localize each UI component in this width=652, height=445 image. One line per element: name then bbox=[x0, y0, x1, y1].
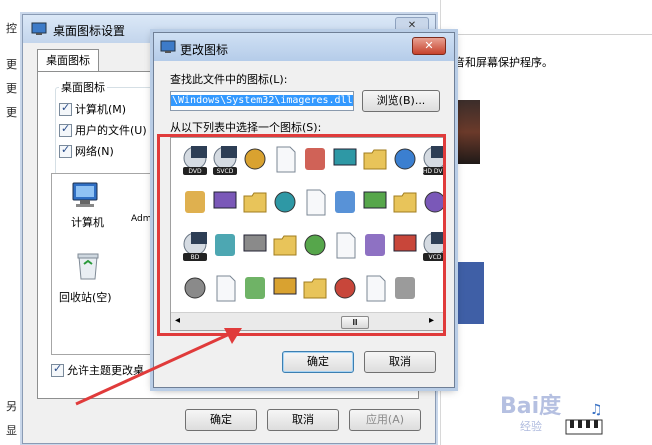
desktop-settings-icon bbox=[160, 40, 176, 57]
icon-file-path-value: \Windows\System32\imageres.dll bbox=[171, 95, 353, 106]
close-button[interactable]: ✕ bbox=[412, 37, 446, 55]
checkbox[interactable] bbox=[59, 143, 72, 158]
close-icon: ✕ bbox=[407, 20, 417, 31]
theme-preview-thumbnail bbox=[458, 262, 484, 324]
background-text: 控 bbox=[6, 22, 17, 35]
tab-desktop-icons[interactable]: 桌面图标 bbox=[37, 49, 99, 72]
background-text: 显 bbox=[6, 424, 17, 437]
ok-button[interactable]: 确定 bbox=[282, 351, 354, 373]
icon-file-path-input[interactable]: \Windows\System32\imageres.dll bbox=[170, 91, 354, 111]
baidu-watermark: Bai度 bbox=[500, 394, 562, 419]
background-text: 另 bbox=[6, 400, 17, 413]
checkbox-label: 计算机(M) bbox=[75, 103, 127, 116]
dialog-titlebar[interactable]: 更改图标 ✕ bbox=[154, 33, 454, 61]
checkbox[interactable] bbox=[59, 122, 72, 137]
cancel-button[interactable]: 取消 bbox=[364, 351, 436, 373]
divider bbox=[440, 34, 652, 35]
recycle-bin-icon[interactable] bbox=[75, 251, 101, 284]
desktop-icon-label: 计算机 bbox=[71, 216, 104, 229]
checkbox-user-files[interactable]: 用户的文件(U) bbox=[59, 122, 147, 138]
checkbox[interactable] bbox=[51, 362, 64, 377]
checkbox-computer[interactable]: 计算机(M) bbox=[59, 101, 126, 117]
browse-button[interactable]: 浏览(B)... bbox=[362, 90, 440, 112]
checkbox[interactable] bbox=[59, 101, 72, 116]
ok-button[interactable]: 确定 bbox=[185, 409, 257, 431]
dialog-title: 桌面图标设置 bbox=[53, 24, 126, 38]
close-icon: ✕ bbox=[424, 39, 434, 52]
piano-logo-icon: ♫ bbox=[565, 402, 603, 435]
apply-button[interactable]: 应用(A) bbox=[349, 409, 421, 431]
checkbox-label: 网络(N) bbox=[75, 145, 114, 158]
dialog-title: 更改图标 bbox=[180, 43, 229, 57]
select-icon-label: 从以下列表中选择一个图标(S): bbox=[170, 121, 322, 134]
background-link[interactable]: 更 bbox=[6, 56, 17, 72]
annotation-arrow bbox=[75, 328, 242, 406]
background-description: 音和屏幕保护程序。 bbox=[454, 56, 553, 69]
computer-icon[interactable] bbox=[69, 181, 103, 214]
highlight-box bbox=[157, 134, 446, 336]
checkbox-label: 用户的文件(U) bbox=[75, 124, 147, 137]
group-label: 桌面图标 bbox=[59, 79, 107, 95]
cancel-button[interactable]: 取消 bbox=[267, 409, 339, 431]
baidu-watermark-sub: 经验 bbox=[520, 420, 542, 433]
screensaver-preview-thumbnail bbox=[456, 100, 480, 164]
desktop-settings-icon bbox=[31, 22, 47, 39]
desktop-icon-label: 回收站(空) bbox=[59, 291, 112, 304]
background-link[interactable]: 更 bbox=[6, 80, 17, 96]
checkbox-network[interactable]: 网络(N) bbox=[59, 143, 114, 159]
background-link[interactable]: 更 bbox=[6, 104, 17, 120]
svg-text:♫: ♫ bbox=[590, 402, 603, 418]
find-icons-label: 查找此文件中的图标(L): bbox=[170, 73, 288, 86]
desktop-icon-label: Adm bbox=[131, 214, 152, 224]
